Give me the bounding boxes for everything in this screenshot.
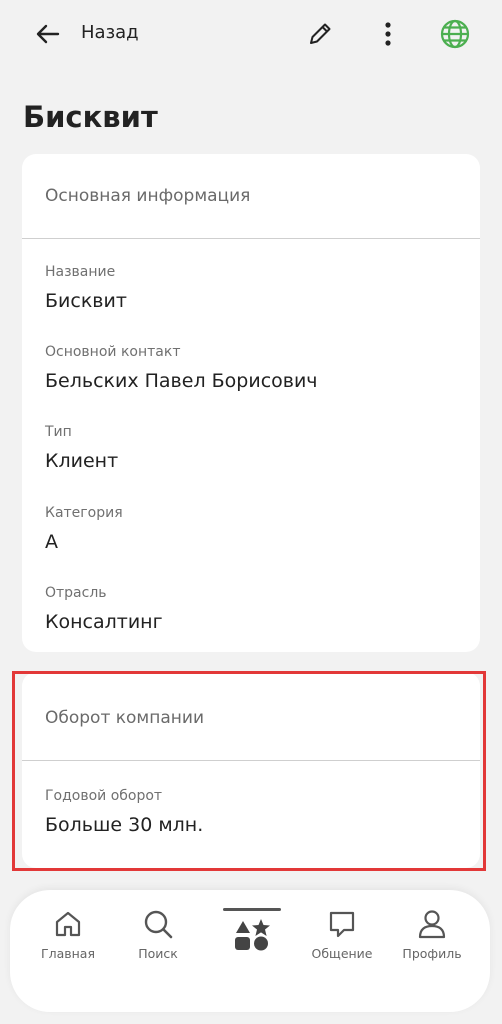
field-annual-turnover: Годовой оборот Больше 30 млн.: [45, 788, 203, 836]
field-label: Название: [45, 264, 116, 280]
field-value: Консалтинг: [45, 611, 163, 633]
nav-label: Профиль: [402, 946, 462, 961]
field-label: Категория: [45, 505, 123, 521]
section-title: Основная информация: [45, 186, 251, 206]
nav-item-home[interactable]: Главная: [25, 908, 111, 961]
field-label: Годовой оборот: [45, 788, 163, 804]
globe-icon[interactable]: [439, 18, 471, 50]
turnover-header: Оборот компании: [22, 672, 480, 761]
home-icon: [55, 911, 81, 937]
field-industry: Отрасль Консалтинг: [45, 585, 163, 633]
nav-label: Поиск: [138, 946, 178, 961]
back-label[interactable]: Назад: [81, 22, 139, 43]
nav-item-chat[interactable]: Общение: [299, 908, 385, 961]
pencil-icon[interactable]: [306, 20, 334, 48]
field-category: Категория A: [45, 505, 123, 553]
main-info-header: Основная информация: [22, 154, 480, 239]
nav-item-apps[interactable]: [209, 908, 295, 960]
bottom-nav: Главная Поиск Общение Профиль: [10, 890, 490, 1012]
apps-icon: [235, 919, 270, 951]
nav-label: Общение: [311, 946, 373, 961]
field-main-contact: Основной контакт Бельских Павел Борисови…: [45, 344, 318, 392]
main-info-card: Основная информация Название Бисквит Осн…: [22, 154, 480, 652]
more-vertical-icon[interactable]: [374, 20, 402, 48]
field-value: Бисквит: [45, 290, 127, 312]
field-label: Тип: [45, 424, 72, 440]
field-value[interactable]: Бельских Павел Борисович: [45, 370, 318, 392]
chat-icon: [329, 911, 355, 938]
field-label: Отрасль: [45, 585, 107, 601]
turnover-card: Оборот компании Годовой оборот Больше 30…: [22, 672, 480, 868]
field-value: A: [45, 531, 58, 553]
field-value: Больше 30 млн.: [45, 814, 204, 836]
back-arrow-icon[interactable]: [34, 20, 62, 48]
field-label: Основной контакт: [45, 344, 181, 360]
field-value: Клиент: [45, 450, 119, 472]
nav-item-profile[interactable]: Профиль: [389, 908, 475, 961]
top-bar: Назад: [0, 0, 502, 68]
profile-icon: [418, 910, 446, 939]
field-name: Название Бисквит: [45, 264, 127, 312]
search-icon: [144, 910, 173, 939]
page-title: Бисквит: [23, 100, 158, 134]
nav-item-search[interactable]: Поиск: [115, 908, 201, 961]
section-title: Оборот компании: [45, 708, 205, 728]
nav-label: Главная: [41, 946, 95, 961]
field-type: Тип Клиент: [45, 424, 118, 472]
